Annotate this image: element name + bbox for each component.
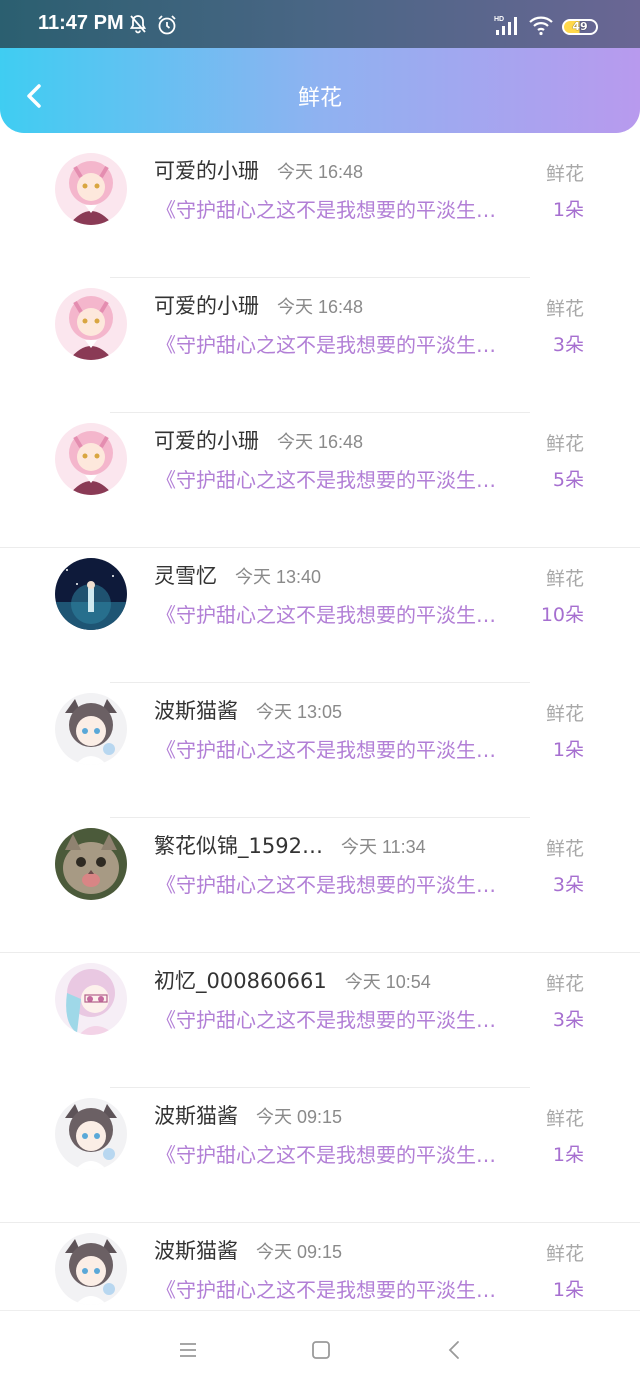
divider [0, 952, 640, 953]
gift-count: 1朵 [552, 739, 584, 761]
book-title-link[interactable]: 《守护甜心之这不是我想要的平淡生… [156, 1004, 534, 1033]
gift-type-label: 鲜花 [545, 433, 584, 455]
gift-type-label: 鲜花 [545, 1108, 584, 1130]
divider [110, 682, 530, 683]
timestamp: 今天 09:15 [256, 1242, 343, 1262]
user-name-text: 可爱的小珊 [154, 294, 259, 318]
book-title-link[interactable]: 《守护甜心之这不是我想要的平淡生… [156, 869, 534, 898]
divider [110, 1087, 530, 1088]
page-title: 鲜花 [297, 86, 342, 111]
divider [110, 817, 530, 818]
book-title-link[interactable]: 《守护甜心之这不是我想要的平淡生… [156, 599, 534, 628]
wifi-icon [529, 16, 553, 36]
signal-hd-icon: HD [494, 16, 517, 35]
bell-off-icon [129, 15, 147, 34]
menu-icon[interactable] [177, 1339, 199, 1361]
avatar[interactable] [55, 828, 127, 900]
list-item[interactable]: 可爱的小珊 今天 16:48 《守护甜心之这不是我想要的平淡生… 鲜花 5朵 [0, 419, 640, 554]
user-name: 波斯猫酱 今天 09:15 [154, 1100, 342, 1130]
gift-type-label: 鲜花 [545, 298, 584, 320]
timestamp: 今天 11:34 [340, 837, 426, 857]
book-title-link[interactable]: 《守护甜心之这不是我想要的平淡生… [156, 1274, 534, 1303]
user-name: 初忆_000860661 今天 10:54 [154, 965, 431, 995]
avatar[interactable] [55, 1233, 127, 1305]
gift-type-label: 鲜花 [545, 973, 584, 995]
divider [0, 1222, 640, 1223]
gift-count: 1朵 [552, 199, 584, 221]
timestamp: 今天 13:40 [235, 567, 322, 587]
divider [110, 412, 530, 413]
user-name: 波斯猫酱 今天 09:15 [154, 1235, 342, 1265]
gift-count: 3朵 [552, 1009, 584, 1031]
flower-list: 可爱的小珊 今天 16:48 《守护甜心之这不是我想要的平淡生… 鲜花 1朵 可爱的小珊今… [0, 149, 640, 1364]
battery-icon: 49 [562, 19, 598, 35]
home-icon[interactable] [310, 1339, 332, 1361]
gift-count: 10朵 [540, 604, 584, 626]
avatar[interactable] [55, 153, 127, 225]
book-title-link[interactable]: 《守护甜心之这不是我想要的平淡生… [156, 1139, 534, 1168]
user-name-text: 初忆_000860661 [154, 969, 327, 993]
user-name: 波斯猫酱 今天 13:05 [154, 695, 342, 725]
divider [0, 547, 640, 548]
system-nav-bar [0, 1310, 640, 1388]
timestamp: 今天 10:54 [344, 972, 431, 992]
user-name-text: 繁花似锦_1592… [154, 834, 323, 858]
gift-type-label: 鲜花 [545, 1243, 584, 1265]
gift-count: 1朵 [552, 1279, 584, 1301]
svg-text:HD: HD [494, 16, 504, 23]
list-item[interactable]: 繁花似锦_1592… 今天 11:34 《守护甜心之这不是我想要的平淡生… 鲜花 3朵 [0, 824, 640, 959]
user-name: 可爱的小珊 今天 16:48 [154, 425, 363, 455]
list-item[interactable]: 可爱的小珊 今天 16:48 《守护甜心之这不是我想要的平淡生… 鲜花 3朵 [0, 284, 640, 419]
avatar[interactable] [55, 1098, 127, 1170]
status-bar: 11:47 PM HD 49 [0, 0, 640, 48]
avatar[interactable] [55, 558, 127, 630]
divider [110, 277, 530, 278]
alarm-clock-icon [158, 15, 176, 35]
timestamp: 今天 16:48 [277, 297, 364, 317]
timestamp: 今天 13:05 [256, 702, 343, 722]
gift-count: 3朵 [552, 334, 584, 356]
user-name-text: 可爱的小珊 [154, 429, 259, 453]
list-item[interactable]: 波斯猫酱 今天 13:05 《守护甜心之这不是我想要的平淡生… 鲜花 1朵 [0, 689, 640, 824]
gift-count: 5朵 [552, 469, 584, 491]
timestamp: 今天 16:48 [277, 162, 364, 182]
user-name: 可爱的小珊 今天 16:48 [154, 155, 363, 185]
user-name: 灵雪忆 今天 13:40 [154, 560, 321, 590]
book-title-link[interactable]: 《守护甜心之这不是我想要的平淡生… [156, 194, 534, 223]
user-name-text: 波斯猫酱 [154, 1104, 238, 1128]
avatar[interactable] [55, 693, 127, 765]
avatar[interactable] [55, 423, 127, 495]
battery-level: 49 [572, 20, 588, 33]
user-name: 可爱的小珊 今天 16:48 [154, 290, 363, 320]
user-name: 繁花似锦_1592… 今天 11:34 [154, 830, 426, 860]
gift-count: 1朵 [552, 1144, 584, 1166]
list-item[interactable]: 可爱的小珊 今天 16:48 《守护甜心之这不是我想要的平淡生… 鲜花 1朵 [0, 149, 640, 284]
gift-count: 3朵 [552, 874, 584, 896]
user-name-text: 波斯猫酱 [154, 699, 238, 723]
gift-type-label: 鲜花 [545, 703, 584, 725]
user-name-text: 波斯猫酱 [154, 1239, 238, 1263]
avatar[interactable] [55, 963, 127, 1035]
app-header: 11:47 PM HD 49 鲜花 [0, 0, 640, 133]
list-item[interactable]: 灵雪忆 今天 13:40 《守护甜心之这不是我想要的平淡生… 鲜花 10朵 [0, 554, 640, 689]
list-item[interactable]: 初忆_000860661 今天 10:54 《守护甜心之这不是我想要的平淡生… 鲜花 3… [0, 959, 640, 1094]
back-icon[interactable] [444, 1339, 466, 1361]
timestamp: 今天 16:48 [277, 432, 364, 452]
gift-type-label: 鲜花 [545, 163, 584, 185]
gift-type-label: 鲜花 [545, 838, 584, 860]
user-name-text: 灵雪忆 [154, 564, 217, 588]
list-item[interactable]: 波斯猫酱 今天 09:15 《守护甜心之这不是我想要的平淡生… 鲜花 1朵 [0, 1094, 640, 1229]
book-title-link[interactable]: 《守护甜心之这不是我想要的平淡生… [156, 734, 534, 763]
user-name-text: 可爱的小珊 [154, 159, 259, 183]
book-title-link[interactable]: 《守护甜心之这不是我想要的平淡生… [156, 329, 534, 358]
timestamp: 今天 09:15 [256, 1107, 343, 1127]
status-time: 11:47 PM [38, 12, 124, 34]
gift-type-label: 鲜花 [545, 568, 584, 590]
book-title-link[interactable]: 《守护甜心之这不是我想要的平淡生… [156, 464, 534, 493]
avatar[interactable] [55, 288, 127, 360]
